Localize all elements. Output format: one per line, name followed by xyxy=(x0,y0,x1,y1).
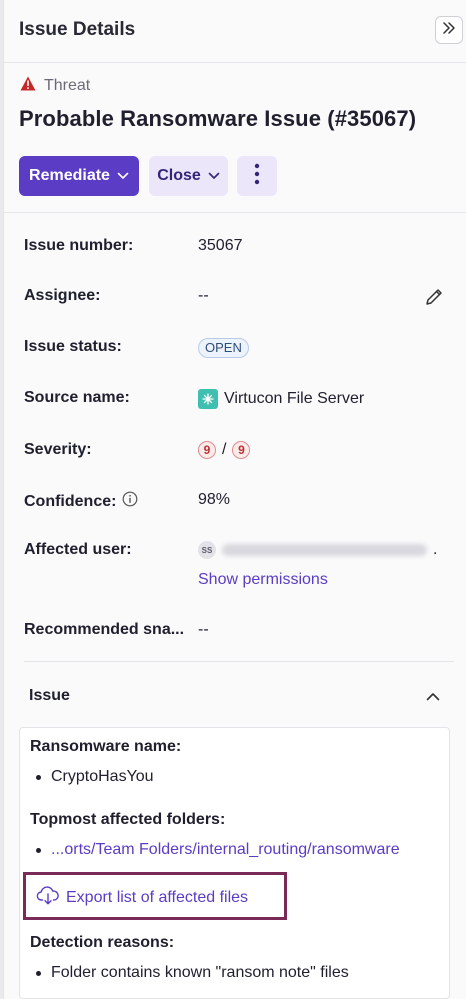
redacted-user-name xyxy=(222,544,427,556)
affected-user-value: SS . xyxy=(198,541,437,559)
chevron-up-icon[interactable] xyxy=(426,688,440,706)
affected-user-label: Affected user: xyxy=(24,541,132,558)
assignee-label: Assignee: xyxy=(24,287,101,304)
detail-issue-number: Issue number: 35067 xyxy=(24,237,444,259)
issue-type-label: Threat xyxy=(44,77,91,94)
file-server-icon xyxy=(198,389,218,409)
issue-type: Threat xyxy=(20,76,90,96)
bullet xyxy=(36,774,41,780)
list-item: Folder contains known "ransom note" file… xyxy=(36,964,349,982)
chevron-down-icon xyxy=(208,172,220,180)
export-affected-files-link[interactable]: Export list of affected files xyxy=(36,885,248,910)
detail-confidence: Confidence: 98% xyxy=(24,491,444,513)
export-highlight: Export list of affected files xyxy=(23,872,287,920)
assignee-value: -- xyxy=(198,287,209,304)
close-label: Close xyxy=(157,167,201,184)
issue-number-label: Issue number: xyxy=(24,237,134,254)
severity-badge: 9 xyxy=(198,441,216,459)
severity-max-badge: 9 xyxy=(232,441,251,459)
issue-title: Probable Ransomware Issue (#35067) xyxy=(19,106,417,131)
detail-affected-user: Affected user: SS . xyxy=(24,541,444,563)
recommended-snapshot-label: Recommended sna... xyxy=(24,621,185,638)
status-badge: OPEN xyxy=(198,338,249,358)
divider xyxy=(24,661,454,662)
ransomware-name-heading: Ransomware name: xyxy=(30,738,182,755)
source-name-value: Virtucon File Server xyxy=(198,389,364,409)
issue-number-value: 35067 xyxy=(198,237,243,254)
permissions-row: Show permissions xyxy=(24,571,444,593)
double-chevron-right-icon xyxy=(442,21,456,40)
ransomware-name: CryptoHasYou xyxy=(51,768,154,785)
remediate-label: Remediate xyxy=(29,167,110,184)
detection-reason: Folder contains known "ransom note" file… xyxy=(51,964,349,981)
severity-value: 9 / 9 xyxy=(198,441,251,459)
folder-path-link[interactable]: ...orts/Team Folders/internal_routing/ra… xyxy=(51,841,400,859)
collapse-panel-button[interactable] xyxy=(435,16,463,44)
chevron-down-icon xyxy=(117,172,129,180)
issue-details-panel: Issue Details Threat Probable Ransomware… xyxy=(3,0,466,999)
source-name-text: Virtucon File Server xyxy=(224,390,365,407)
severity-label: Severity: xyxy=(24,441,92,458)
cloud-download-icon xyxy=(36,885,60,910)
divider xyxy=(4,212,466,213)
source-name-label: Source name: xyxy=(24,389,130,406)
folders-heading: Topmost affected folders: xyxy=(30,811,226,828)
severity-separator: / xyxy=(222,441,227,458)
list-item: ...orts/Team Folders/internal_routing/ra… xyxy=(36,841,400,859)
confidence-label: Confidence: xyxy=(24,492,117,510)
issue-section-title[interactable]: Issue xyxy=(29,687,70,705)
affected-user-trailing: . xyxy=(433,541,438,558)
export-label: Export list of affected files xyxy=(66,888,249,906)
detection-reasons-heading: Detection reasons: xyxy=(30,934,175,951)
bullet xyxy=(36,970,41,976)
panel-title: Issue Details xyxy=(19,19,136,40)
show-permissions-link[interactable]: Show permissions xyxy=(198,571,328,589)
pencil-icon[interactable] xyxy=(424,287,444,312)
detail-recommended-snapshot: Recommended sna... -- xyxy=(24,621,444,643)
avatar: SS xyxy=(198,541,216,559)
detail-severity: Severity: 9 / 9 xyxy=(24,441,444,463)
detail-assignee: Assignee: -- xyxy=(24,287,444,309)
close-issue-button[interactable]: Close xyxy=(149,156,228,196)
confidence-value: 98% xyxy=(198,491,231,508)
issue-status-value: OPEN xyxy=(198,338,249,358)
detail-issue-status: Issue status: OPEN xyxy=(24,338,444,360)
info-icon[interactable] xyxy=(122,491,138,512)
remediate-button[interactable]: Remediate xyxy=(19,156,139,196)
confidence-label-wrap: Confidence: xyxy=(24,491,138,512)
recommended-snapshot-value: -- xyxy=(198,621,209,638)
bullet xyxy=(36,847,41,853)
issue-details-box: Ransomware name: CryptoHasYou Topmost af… xyxy=(19,727,450,999)
more-vertical-icon xyxy=(254,163,260,190)
more-actions-button[interactable] xyxy=(237,156,277,196)
list-item: CryptoHasYou xyxy=(36,768,154,786)
issue-status-label: Issue status: xyxy=(24,338,122,355)
warning-icon xyxy=(20,76,36,96)
detail-source-name: Source name: Virtucon File Server xyxy=(24,389,444,411)
panel-header: Issue Details xyxy=(4,0,466,63)
